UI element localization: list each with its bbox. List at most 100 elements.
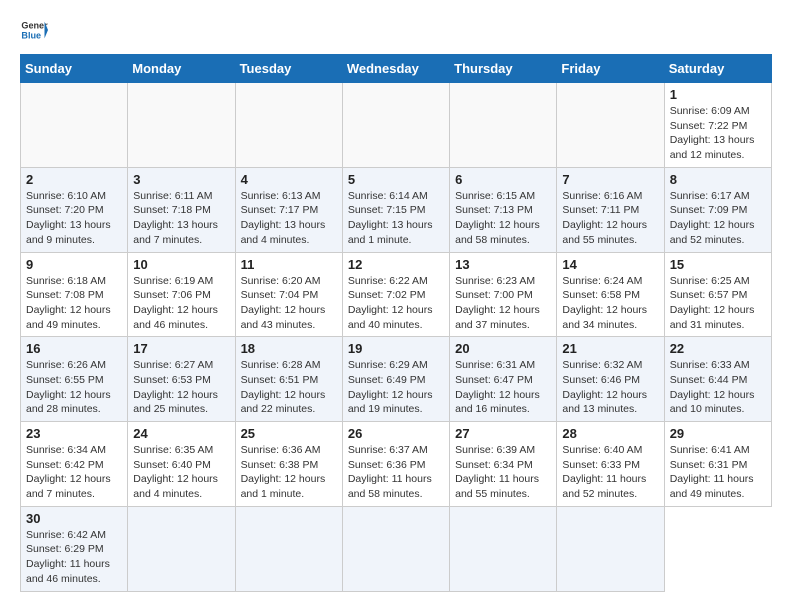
day-cell-12: 12 Sunrise: 6:22 AM Sunset: 7:02 PM Dayl…	[342, 252, 449, 337]
day-cell-23: 23 Sunrise: 6:34 AM Sunset: 6:42 PM Dayl…	[21, 422, 128, 507]
day-cell-6: 6 Sunrise: 6:15 AM Sunset: 7:13 PM Dayli…	[450, 167, 557, 252]
day-number: 27	[455, 426, 551, 441]
day-number: 15	[670, 257, 766, 272]
calendar-row-1: 2 Sunrise: 6:10 AM Sunset: 7:20 PM Dayli…	[21, 167, 772, 252]
day-cell-27: 27 Sunrise: 6:39 AM Sunset: 6:34 PM Dayl…	[450, 422, 557, 507]
day-cell-13: 13 Sunrise: 6:23 AM Sunset: 7:00 PM Dayl…	[450, 252, 557, 337]
empty-cell	[128, 506, 235, 591]
calendar-table: SundayMondayTuesdayWednesdayThursdayFrid…	[20, 54, 772, 592]
day-info: Sunrise: 6:23 AM Sunset: 7:00 PM Dayligh…	[455, 274, 551, 333]
day-info: Sunrise: 6:24 AM Sunset: 6:58 PM Dayligh…	[562, 274, 658, 333]
day-cell-19: 19 Sunrise: 6:29 AM Sunset: 6:49 PM Dayl…	[342, 337, 449, 422]
day-cell-4: 4 Sunrise: 6:13 AM Sunset: 7:17 PM Dayli…	[235, 167, 342, 252]
weekday-header-row: SundayMondayTuesdayWednesdayThursdayFrid…	[21, 55, 772, 83]
day-cell-25: 25 Sunrise: 6:36 AM Sunset: 6:38 PM Dayl…	[235, 422, 342, 507]
day-cell-20: 20 Sunrise: 6:31 AM Sunset: 6:47 PM Dayl…	[450, 337, 557, 422]
day-number: 19	[348, 341, 444, 356]
day-number: 30	[26, 511, 122, 526]
day-info: Sunrise: 6:20 AM Sunset: 7:04 PM Dayligh…	[241, 274, 337, 333]
day-info: Sunrise: 6:34 AM Sunset: 6:42 PM Dayligh…	[26, 443, 122, 502]
day-info: Sunrise: 6:40 AM Sunset: 6:33 PM Dayligh…	[562, 443, 658, 502]
day-number: 3	[133, 172, 229, 187]
calendar-row-3: 16 Sunrise: 6:26 AM Sunset: 6:55 PM Dayl…	[21, 337, 772, 422]
day-number: 10	[133, 257, 229, 272]
day-number: 16	[26, 341, 122, 356]
day-cell-21: 21 Sunrise: 6:32 AM Sunset: 6:46 PM Dayl…	[557, 337, 664, 422]
calendar-row-0: 1 Sunrise: 6:09 AM Sunset: 7:22 PM Dayli…	[21, 83, 772, 168]
day-number: 22	[670, 341, 766, 356]
day-info: Sunrise: 6:27 AM Sunset: 6:53 PM Dayligh…	[133, 358, 229, 417]
day-number: 8	[670, 172, 766, 187]
day-info: Sunrise: 6:10 AM Sunset: 7:20 PM Dayligh…	[26, 189, 122, 248]
day-cell-18: 18 Sunrise: 6:28 AM Sunset: 6:51 PM Dayl…	[235, 337, 342, 422]
day-cell-3: 3 Sunrise: 6:11 AM Sunset: 7:18 PM Dayli…	[128, 167, 235, 252]
empty-cell	[235, 83, 342, 168]
calendar-row-5: 30 Sunrise: 6:42 AM Sunset: 6:29 PM Dayl…	[21, 506, 772, 591]
weekday-header-sunday: Sunday	[21, 55, 128, 83]
day-cell-10: 10 Sunrise: 6:19 AM Sunset: 7:06 PM Dayl…	[128, 252, 235, 337]
svg-text:Blue: Blue	[21, 30, 41, 40]
weekday-header-tuesday: Tuesday	[235, 55, 342, 83]
day-info: Sunrise: 6:09 AM Sunset: 7:22 PM Dayligh…	[670, 104, 766, 163]
day-cell-24: 24 Sunrise: 6:35 AM Sunset: 6:40 PM Dayl…	[128, 422, 235, 507]
day-cell-26: 26 Sunrise: 6:37 AM Sunset: 6:36 PM Dayl…	[342, 422, 449, 507]
day-info: Sunrise: 6:41 AM Sunset: 6:31 PM Dayligh…	[670, 443, 766, 502]
logo-icon: General Blue	[20, 16, 48, 44]
day-cell-30: 30 Sunrise: 6:42 AM Sunset: 6:29 PM Dayl…	[21, 506, 128, 591]
day-info: Sunrise: 6:31 AM Sunset: 6:47 PM Dayligh…	[455, 358, 551, 417]
day-number: 25	[241, 426, 337, 441]
day-cell-17: 17 Sunrise: 6:27 AM Sunset: 6:53 PM Dayl…	[128, 337, 235, 422]
day-cell-14: 14 Sunrise: 6:24 AM Sunset: 6:58 PM Dayl…	[557, 252, 664, 337]
day-number: 11	[241, 257, 337, 272]
day-number: 18	[241, 341, 337, 356]
day-cell-28: 28 Sunrise: 6:40 AM Sunset: 6:33 PM Dayl…	[557, 422, 664, 507]
day-info: Sunrise: 6:13 AM Sunset: 7:17 PM Dayligh…	[241, 189, 337, 248]
empty-cell	[450, 506, 557, 591]
day-info: Sunrise: 6:25 AM Sunset: 6:57 PM Dayligh…	[670, 274, 766, 333]
day-number: 9	[26, 257, 122, 272]
day-info: Sunrise: 6:29 AM Sunset: 6:49 PM Dayligh…	[348, 358, 444, 417]
day-number: 12	[348, 257, 444, 272]
day-cell-29: 29 Sunrise: 6:41 AM Sunset: 6:31 PM Dayl…	[664, 422, 771, 507]
empty-cell	[342, 506, 449, 591]
day-info: Sunrise: 6:35 AM Sunset: 6:40 PM Dayligh…	[133, 443, 229, 502]
day-number: 20	[455, 341, 551, 356]
day-number: 5	[348, 172, 444, 187]
day-info: Sunrise: 6:17 AM Sunset: 7:09 PM Dayligh…	[670, 189, 766, 248]
day-info: Sunrise: 6:28 AM Sunset: 6:51 PM Dayligh…	[241, 358, 337, 417]
day-info: Sunrise: 6:19 AM Sunset: 7:06 PM Dayligh…	[133, 274, 229, 333]
empty-cell	[342, 83, 449, 168]
day-cell-22: 22 Sunrise: 6:33 AM Sunset: 6:44 PM Dayl…	[664, 337, 771, 422]
weekday-header-thursday: Thursday	[450, 55, 557, 83]
day-number: 26	[348, 426, 444, 441]
day-cell-1: 1 Sunrise: 6:09 AM Sunset: 7:22 PM Dayli…	[664, 83, 771, 168]
calendar-row-2: 9 Sunrise: 6:18 AM Sunset: 7:08 PM Dayli…	[21, 252, 772, 337]
day-info: Sunrise: 6:36 AM Sunset: 6:38 PM Dayligh…	[241, 443, 337, 502]
day-cell-11: 11 Sunrise: 6:20 AM Sunset: 7:04 PM Dayl…	[235, 252, 342, 337]
day-info: Sunrise: 6:39 AM Sunset: 6:34 PM Dayligh…	[455, 443, 551, 502]
day-info: Sunrise: 6:15 AM Sunset: 7:13 PM Dayligh…	[455, 189, 551, 248]
day-cell-2: 2 Sunrise: 6:10 AM Sunset: 7:20 PM Dayli…	[21, 167, 128, 252]
weekday-header-wednesday: Wednesday	[342, 55, 449, 83]
day-number: 23	[26, 426, 122, 441]
weekday-header-monday: Monday	[128, 55, 235, 83]
svg-text:General: General	[21, 21, 48, 31]
day-number: 29	[670, 426, 766, 441]
day-number: 28	[562, 426, 658, 441]
day-info: Sunrise: 6:26 AM Sunset: 6:55 PM Dayligh…	[26, 358, 122, 417]
day-info: Sunrise: 6:18 AM Sunset: 7:08 PM Dayligh…	[26, 274, 122, 333]
weekday-header-saturday: Saturday	[664, 55, 771, 83]
day-info: Sunrise: 6:42 AM Sunset: 6:29 PM Dayligh…	[26, 528, 122, 587]
empty-cell	[128, 83, 235, 168]
page-header: General Blue	[20, 16, 772, 44]
day-number: 1	[670, 87, 766, 102]
day-number: 24	[133, 426, 229, 441]
day-number: 21	[562, 341, 658, 356]
day-number: 4	[241, 172, 337, 187]
day-info: Sunrise: 6:37 AM Sunset: 6:36 PM Dayligh…	[348, 443, 444, 502]
day-number: 7	[562, 172, 658, 187]
empty-cell	[21, 83, 128, 168]
day-info: Sunrise: 6:22 AM Sunset: 7:02 PM Dayligh…	[348, 274, 444, 333]
day-info: Sunrise: 6:16 AM Sunset: 7:11 PM Dayligh…	[562, 189, 658, 248]
day-number: 14	[562, 257, 658, 272]
